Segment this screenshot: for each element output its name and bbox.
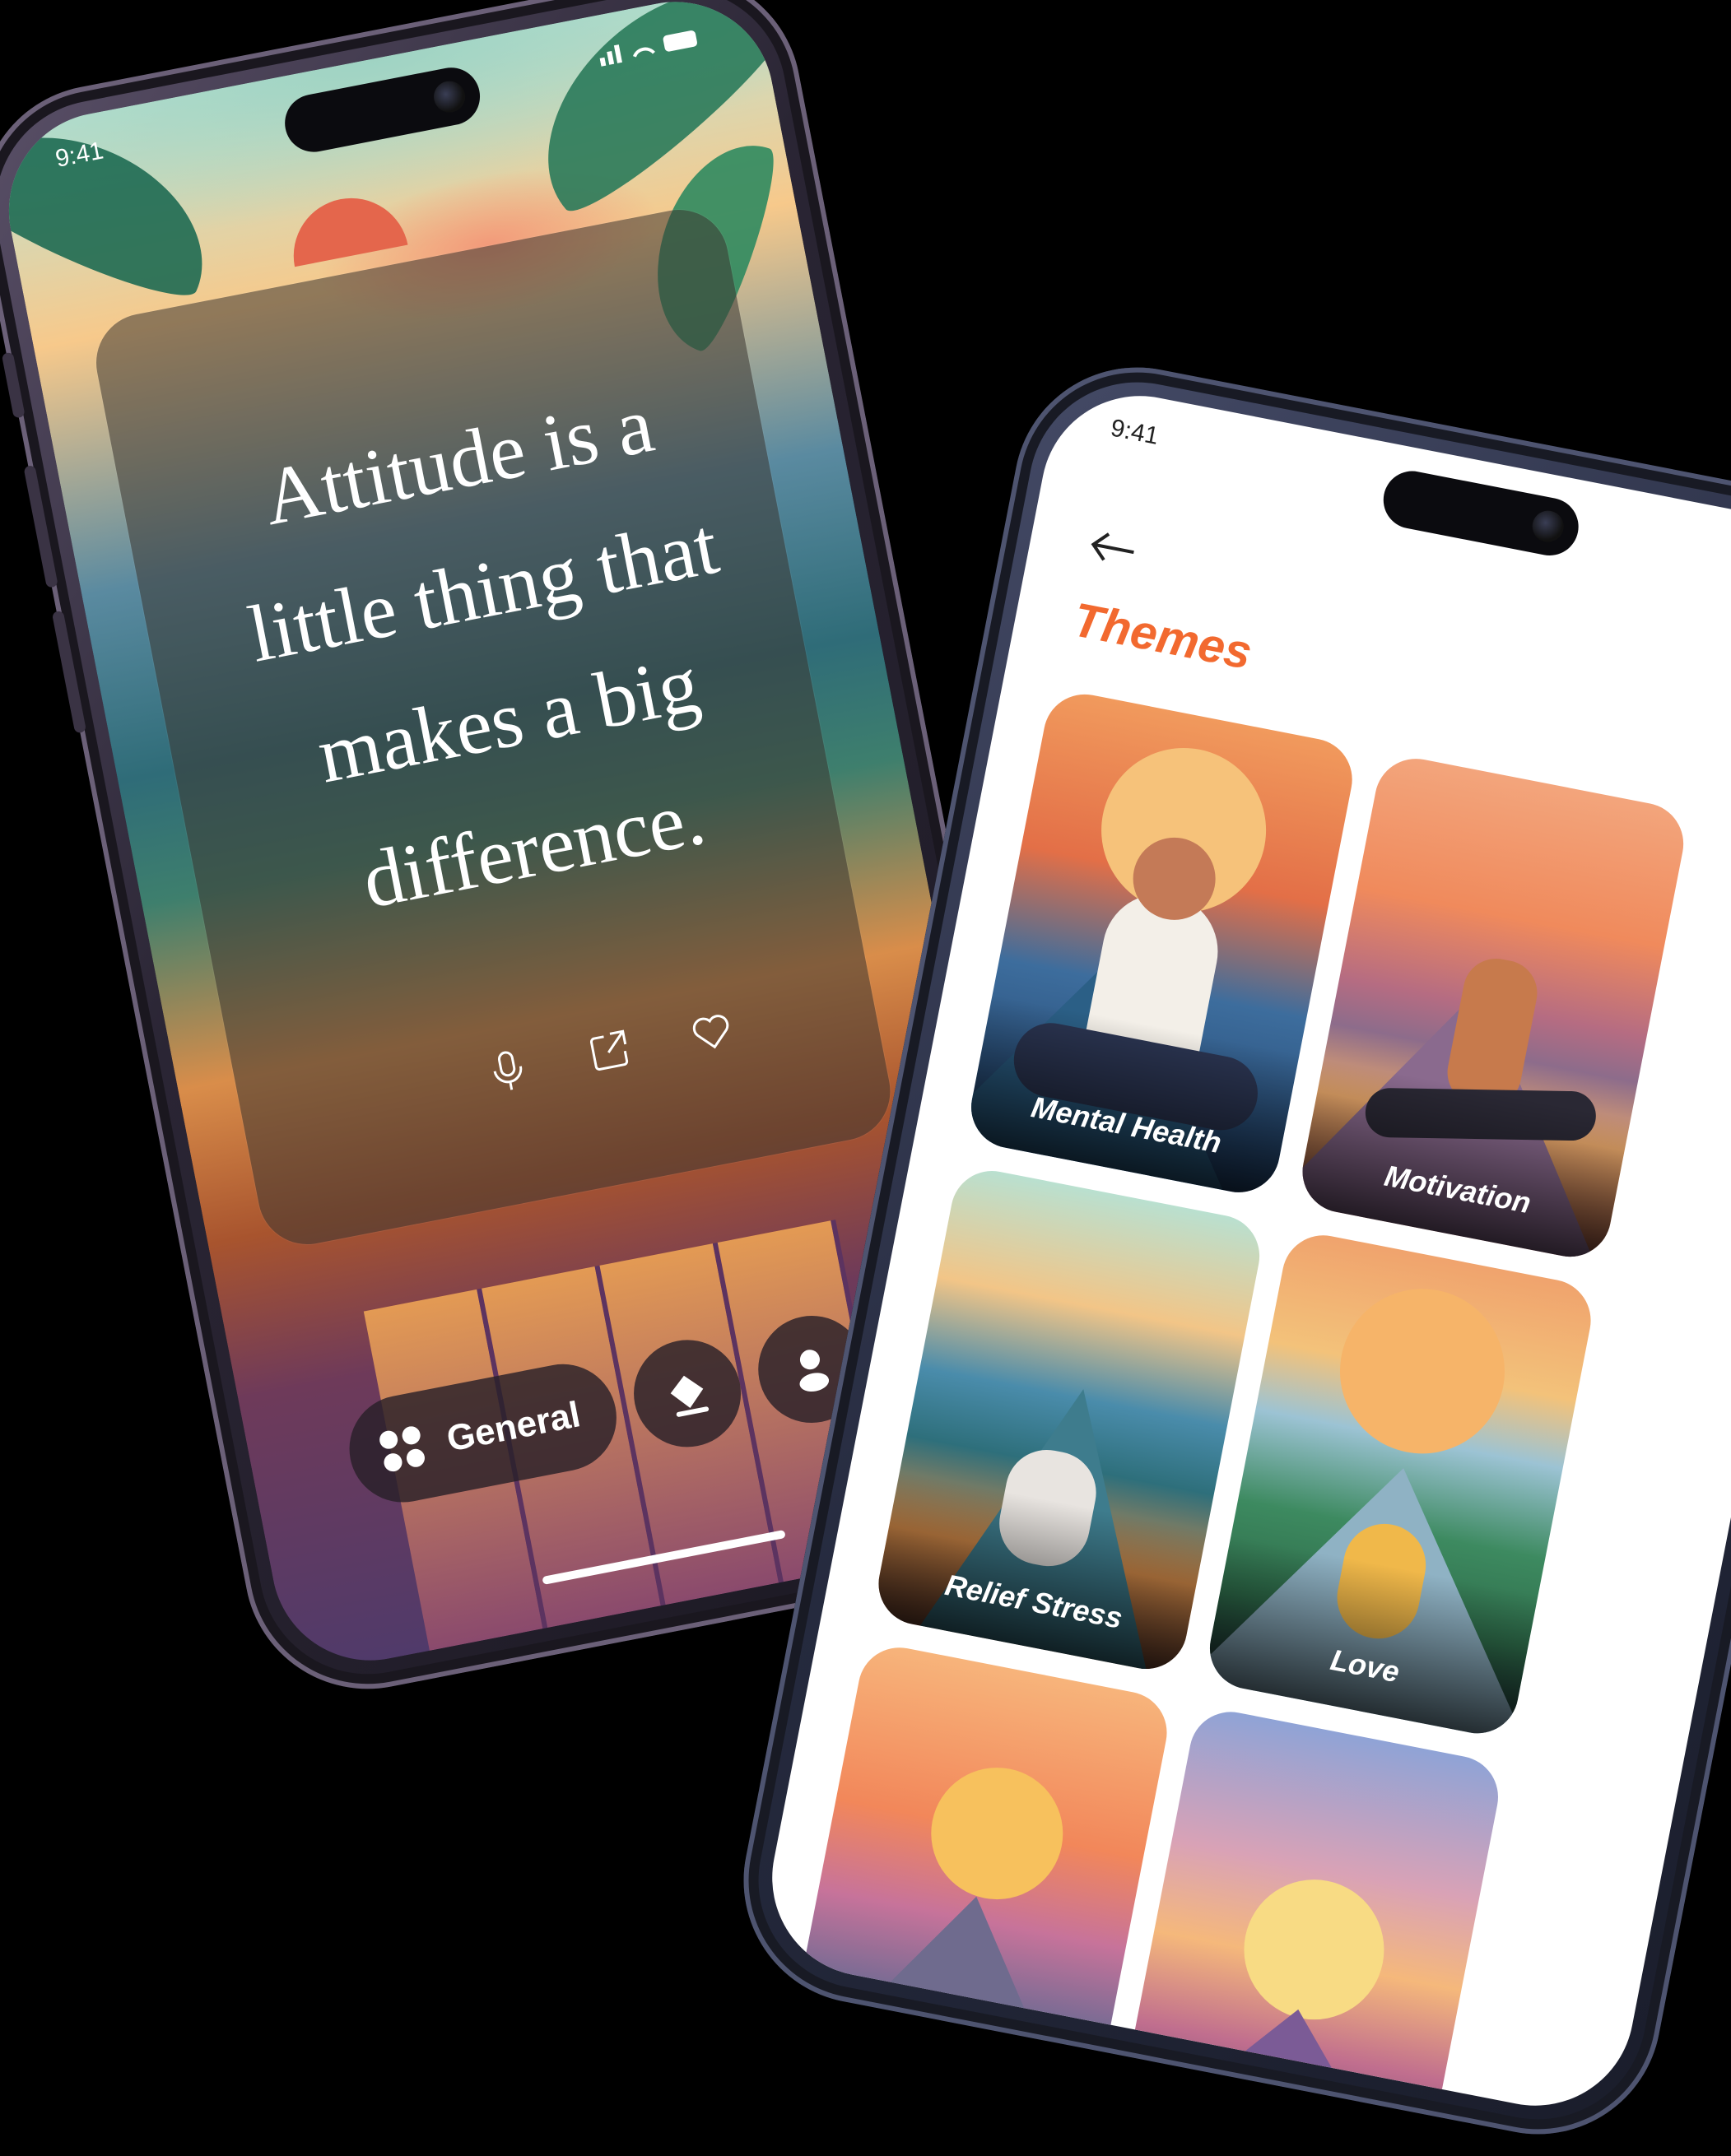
status-time: 9:41 [1108, 414, 1161, 450]
category-label: General [443, 1394, 584, 1460]
camera-lens [430, 78, 468, 115]
quote-actions [481, 1004, 738, 1098]
sun-decor [919, 1756, 1075, 1911]
page-title: Themes [1068, 592, 1256, 680]
back-arrow-icon[interactable] [1086, 527, 1141, 569]
theme-tile[interactable]: Relief Stress [871, 1164, 1267, 1676]
camera-lens [1529, 508, 1566, 545]
heart-icon[interactable] [685, 1004, 739, 1058]
theme-tile[interactable]: Love [1203, 1228, 1598, 1740]
theme-tile[interactable]: Mental Health [964, 687, 1360, 1200]
dynamic-island [280, 63, 486, 157]
theme-button[interactable] [624, 1331, 751, 1457]
themes-grid: Mental Health Motivation Relief Stress L… [779, 687, 1731, 2123]
theme-tile[interactable]: Motivation [1295, 751, 1691, 1264]
share-icon[interactable] [583, 1024, 637, 1078]
theme-label [784, 2065, 1091, 2122]
quote-text: Attitude is a little thing that makes a … [241, 379, 725, 926]
grid-icon [379, 1426, 425, 1472]
sun-decor [283, 188, 408, 267]
sun-decor [1325, 1275, 1519, 1468]
paint-bucket-icon [670, 1375, 709, 1417]
microphone-icon[interactable] [481, 1043, 535, 1098]
quote-card: Attitude is a little thing that makes a … [87, 201, 899, 1253]
profile-icon [799, 1350, 829, 1392]
dynamic-island [1378, 466, 1584, 561]
